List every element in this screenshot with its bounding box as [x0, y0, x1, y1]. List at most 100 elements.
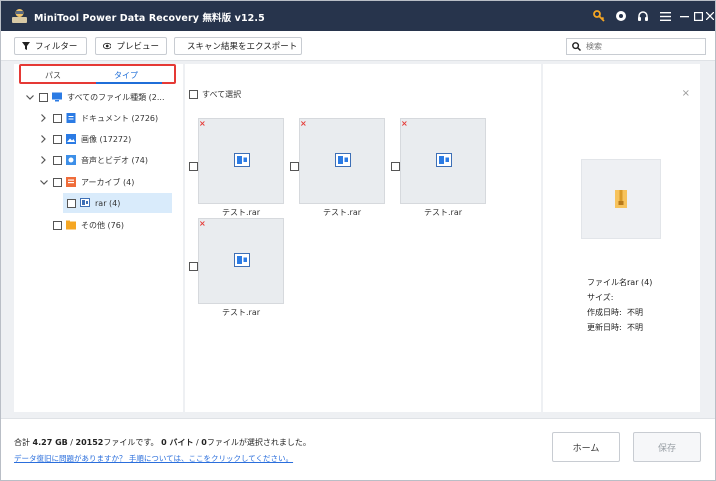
preview-label: プレビュー	[116, 42, 159, 52]
info-value: rar (4)	[627, 278, 653, 287]
key-icon[interactable]	[591, 8, 607, 24]
checkbox[interactable]	[53, 220, 62, 230]
tree-item-all-file-types[interactable]: すべてのファイル種類 (2...	[25, 87, 165, 107]
search-icon	[572, 42, 581, 51]
app-logo-icon	[11, 8, 28, 24]
file-checkbox[interactable]	[290, 162, 299, 171]
filter-button[interactable]: フィルター	[14, 37, 87, 55]
preview-button[interactable]: プレビュー	[95, 37, 167, 55]
record-icon[interactable]	[613, 8, 629, 24]
search-box[interactable]	[566, 38, 706, 55]
menu-icon[interactable]	[657, 8, 673, 24]
preview-panel: × ファイル名:rar (4) サイズ: 作成日時: 不明 更新日時: 不明	[543, 64, 700, 412]
file-checkbox[interactable]	[189, 262, 198, 271]
filter-icon	[22, 42, 30, 50]
tree-item-label: ドキュメント (2726)	[81, 113, 159, 123]
chevron-right-icon[interactable]	[39, 135, 48, 144]
file-thumbnail[interactable]: ×	[198, 118, 284, 204]
status-bar: 合計 4.27 GB / 20152ファイルです。 0 バイト / 0ファイルが…	[1, 418, 715, 480]
summary-prefix: 合計	[14, 438, 30, 447]
chevron-down-icon[interactable]	[39, 178, 48, 187]
archive-icon	[66, 177, 76, 187]
maximize-icon[interactable]	[693, 8, 703, 24]
checkbox[interactable]	[189, 90, 198, 99]
rar-icon	[80, 198, 90, 208]
document-icon	[66, 113, 76, 123]
tree-item-label: 音声とビデオ (74)	[81, 155, 148, 165]
preview-thumbnail	[581, 159, 661, 239]
chevron-right-icon[interactable]	[39, 114, 48, 123]
folder-icon	[66, 220, 76, 230]
checkbox[interactable]	[53, 155, 62, 165]
select-all-label: すべて選択	[202, 90, 242, 99]
tree-item-label: すべてのファイル種類 (2...	[67, 92, 165, 102]
headphones-icon[interactable]	[635, 8, 651, 24]
checkbox[interactable]	[39, 92, 48, 102]
info-value: 不明	[627, 308, 643, 317]
checkbox[interactable]	[67, 198, 76, 208]
rar-file-icon	[436, 153, 452, 167]
media-icon	[66, 155, 76, 165]
file-name: テスト.rar	[221, 208, 261, 217]
file-thumbnail[interactable]: ×	[400, 118, 486, 204]
archive-preview-icon	[615, 190, 627, 208]
total-size: 4.27 GB	[32, 438, 68, 447]
close-icon[interactable]	[705, 8, 715, 24]
monitor-icon	[52, 92, 62, 102]
info-label: 更新日時:	[587, 323, 622, 332]
title-bar: MiniTool Power Data Recovery 無料版 v12.5	[1, 1, 715, 31]
file-name: テスト.rar	[423, 208, 463, 217]
selected-bytes: 0 バイト	[161, 438, 194, 447]
deleted-mark-icon: ×	[300, 119, 307, 128]
tree-item-audio-video[interactable]: 音声とビデオ (74)	[39, 150, 148, 170]
close-preview-icon[interactable]: ×	[682, 88, 690, 99]
select-all-checkbox[interactable]: すべて選択	[189, 89, 241, 100]
image-icon	[66, 134, 76, 144]
file-checkbox[interactable]	[391, 162, 400, 171]
scan-summary: 合計 4.27 GB / 20152ファイルです。 0 バイト / 0ファイルが…	[14, 437, 311, 448]
chevron-down-icon[interactable]	[25, 93, 34, 102]
checkbox[interactable]	[53, 177, 62, 187]
tree-item-label: 画像 (17272)	[81, 134, 132, 144]
file-name: テスト.rar	[221, 308, 261, 317]
checkbox[interactable]	[53, 134, 62, 144]
tree-item-images[interactable]: 画像 (17272)	[39, 129, 131, 149]
filter-label: フィルター	[35, 42, 78, 52]
info-value: 不明	[627, 323, 643, 332]
save-button[interactable]: 保存	[633, 432, 701, 462]
tree-item-label: rar (4)	[95, 198, 121, 208]
file-grid-panel: すべて選択 × テスト.rar × テスト.rar × テスト.rar × テス…	[185, 64, 541, 412]
tree-item-archives[interactable]: アーカイブ (4)	[39, 172, 134, 192]
tree-item-rar[interactable]: rar (4)	[63, 193, 172, 213]
app-window: MiniTool Power Data Recovery 無料版 v12.5 フ…	[0, 0, 716, 481]
rar-file-icon	[234, 253, 250, 267]
file-thumbnail[interactable]: ×	[198, 218, 284, 304]
file-name: テスト.rar	[322, 208, 362, 217]
rar-file-icon	[335, 153, 351, 167]
created-info: 作成日時: 不明	[587, 307, 643, 318]
minimize-icon[interactable]	[676, 8, 692, 24]
export-scan-results-button[interactable]: スキャン結果をエクスポート	[174, 37, 302, 55]
tree-item-label: その他 (76)	[81, 220, 124, 230]
toolbar: フィルター プレビュー スキャン結果をエクスポート	[1, 31, 715, 61]
deleted-mark-icon: ×	[199, 219, 206, 228]
tree-item-documents[interactable]: ドキュメント (2726)	[39, 108, 158, 128]
app-title: MiniTool Power Data Recovery 無料版 v12.5	[34, 13, 265, 24]
tree-item-other[interactable]: その他 (76)	[53, 215, 124, 235]
eye-icon	[103, 42, 112, 50]
chevron-right-icon[interactable]	[39, 156, 48, 165]
checkbox[interactable]	[53, 113, 62, 123]
tab-type[interactable]: タイプ	[114, 70, 138, 81]
file-checkbox[interactable]	[189, 162, 198, 171]
export-label: スキャン結果をエクスポート	[187, 42, 298, 52]
rar-file-icon	[234, 153, 250, 167]
help-link[interactable]: データ復旧に問題がありますか？ 手順については、ここをクリックしてください。	[14, 453, 293, 464]
summary-sep: /	[67, 438, 76, 447]
search-input[interactable]	[586, 42, 696, 51]
file-thumbnail[interactable]: ×	[299, 118, 385, 204]
view-tabs: パス タイプ	[19, 64, 176, 84]
info-label: 作成日時:	[587, 308, 622, 317]
tab-path[interactable]: パス	[45, 70, 61, 81]
modified-info: 更新日時: 不明	[587, 322, 643, 333]
home-button[interactable]: ホーム	[552, 432, 620, 462]
